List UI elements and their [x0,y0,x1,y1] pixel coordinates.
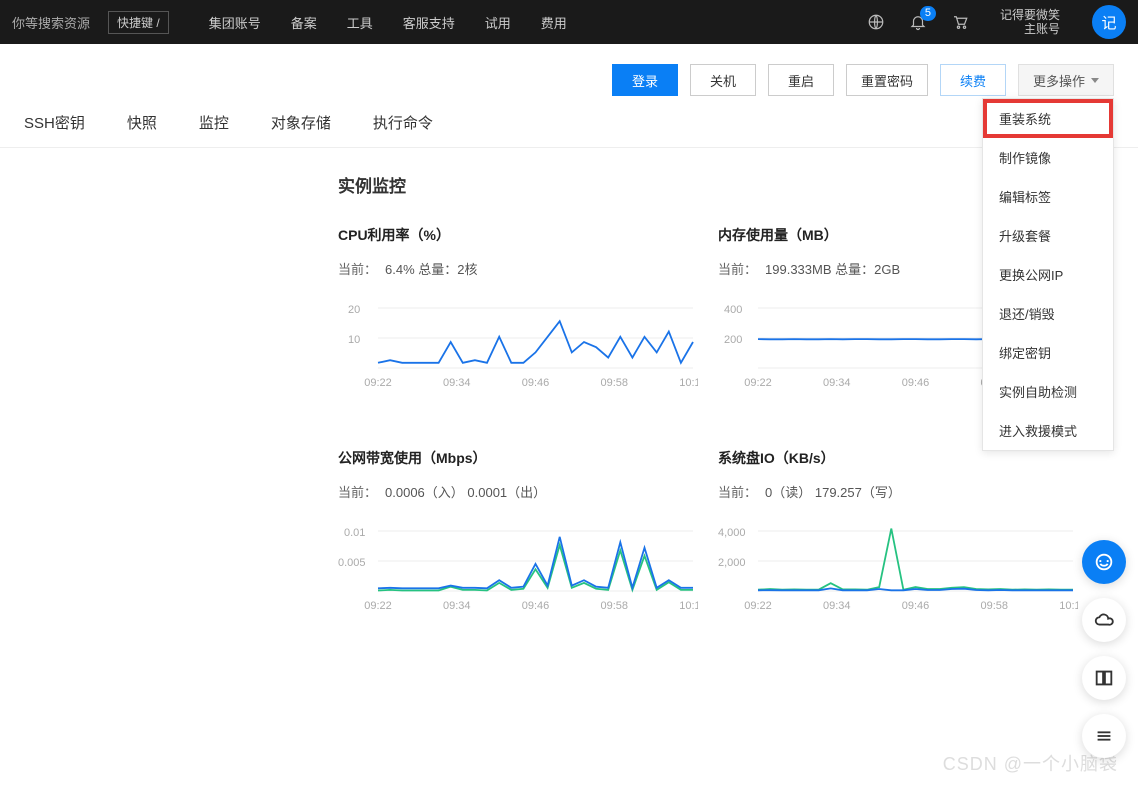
shutdown-button[interactable]: 关机 [690,64,756,96]
nav-beian[interactable]: 备案 [291,13,317,32]
dropdown-reinstall-os[interactable]: 重装系统 [983,99,1113,138]
chart-diskio-meta-value: 0（读） 179.257（写） [765,482,901,501]
chart-cpu: CPU利用率（%） 当前： 6.4% 总量：2核 20 10 09:22 09:3… [338,225,698,398]
svg-text:09:34: 09:34 [823,377,851,389]
nav-group-account[interactable]: 集团账号 [209,13,261,32]
docs-float-button[interactable] [1082,656,1126,700]
tab-snapshot[interactable]: 快照 [127,112,157,133]
svg-text:10:10: 10:10 [679,377,698,389]
chart-memory-meta-label: 当前： [718,259,757,278]
user-label[interactable]: 记得要微笑 主账号 [1000,8,1060,36]
restart-button[interactable]: 重启 [768,64,834,96]
svg-text:200: 200 [724,334,742,346]
user-label-line1: 记得要微笑 [1000,8,1060,22]
svg-text:09:46: 09:46 [522,600,550,612]
more-actions-label: 更多操作 [1033,71,1085,90]
chart-memory-meta-value: 199.333MB 总量：2GB [765,259,900,278]
chart-cpu-title: CPU利用率（%） [338,225,698,245]
support-float-button[interactable] [1082,540,1126,584]
svg-text:09:58: 09:58 [600,600,628,612]
nav-trial[interactable]: 试用 [485,13,511,32]
cloud-float-button[interactable] [1082,598,1126,642]
svg-text:10:10: 10:10 [1059,600,1078,612]
topbar: 你等搜索资源 快捷键 / 集团账号 备案 工具 客服支持 试用 费用 5 记得要… [0,0,1138,44]
chart-cpu-meta-label: 当前： [338,259,377,278]
dropdown-bind-key[interactable]: 绑定密钥 [983,333,1113,372]
dropdown-edit-tags[interactable]: 编辑标签 [983,177,1113,216]
dropdown-change-ip[interactable]: 更换公网IP [983,255,1113,294]
tabs-row: SSH密钥 快照 监控 对象存储 执行命令 [0,112,1138,148]
chart-bandwidth: 公网带宽使用（Mbps） 当前： 0.0006（入） 0.0001（出） 0.0… [338,448,698,621]
top-nav: 集团账号 备案 工具 客服支持 试用 费用 [209,13,567,32]
chevron-down-icon [1091,78,1099,83]
topbar-icons: 5 记得要微笑 主账号 记 [866,5,1126,39]
dropdown-self-detect[interactable]: 实例自助检测 [983,372,1113,411]
action-row: 登录 关机 重启 重置密码 续费 更多操作 重装系统 制作镜像 编辑标签 升级套… [0,44,1138,112]
svg-text:09:34: 09:34 [823,600,851,612]
avatar[interactable]: 记 [1092,5,1126,39]
content: 实例监控 CPU利用率（%） 当前： 6.4% 总量：2核 20 10 [0,148,1138,645]
tab-exec-command[interactable]: 执行命令 [373,112,433,133]
chart-bandwidth-meta: 当前： 0.0006（入） 0.0001（出） [338,482,698,501]
svg-text:09:46: 09:46 [522,377,550,389]
user-label-line2: 主账号 [1000,22,1060,36]
more-actions-button[interactable]: 更多操作 [1018,64,1114,96]
notification-badge: 5 [920,6,936,21]
chart-diskio-meta-label: 当前： [718,482,757,501]
menu-float-button[interactable] [1082,714,1126,758]
svg-text:4,000: 4,000 [718,527,746,539]
chart-diskio: 系统盘IO（KB/s） 当前： 0（读） 179.257（写） 4,000 2,… [718,448,1078,621]
dropdown-rescue-mode[interactable]: 进入救援模式 [983,411,1113,450]
svg-text:09:46: 09:46 [902,377,930,389]
chart-cpu-meta: 当前： 6.4% 总量：2核 [338,259,698,278]
svg-text:20: 20 [348,304,360,316]
svg-text:09:58: 09:58 [980,600,1008,612]
globe-icon[interactable] [866,12,886,32]
nav-billing[interactable]: 费用 [541,13,567,32]
bell-icon[interactable]: 5 [908,12,928,32]
svg-text:09:34: 09:34 [443,600,471,612]
svg-text:09:34: 09:34 [443,377,471,389]
float-buttons [1082,540,1126,758]
svg-text:2,000: 2,000 [718,557,746,569]
svg-text:09:22: 09:22 [364,600,392,612]
cart-icon[interactable] [950,12,970,32]
search-hint[interactable]: 你等搜索资源 [12,13,90,32]
chart-diskio-plot: 4,000 2,000 09:22 09:34 09:46 09:58 10:10 [718,511,1078,621]
chart-diskio-title: 系统盘IO（KB/s） [718,448,1078,468]
dropdown-upgrade-plan[interactable]: 升级套餐 [983,216,1113,255]
renew-button[interactable]: 续费 [940,64,1006,96]
more-actions-dropdown: 重装系统 制作镜像 编辑标签 升级套餐 更换公网IP 退还/销毁 绑定密钥 实例… [982,98,1114,451]
chart-cpu-plot: 20 10 09:22 09:34 09:46 09:58 10:10 [338,288,698,398]
svg-text:09:22: 09:22 [744,377,772,389]
tab-monitor[interactable]: 监控 [199,112,229,133]
login-button[interactable]: 登录 [612,64,678,96]
svg-text:10:10: 10:10 [679,600,698,612]
chart-diskio-meta: 当前： 0（读） 179.257（写） [718,482,1078,501]
svg-text:0.01: 0.01 [344,527,365,539]
chart-cpu-meta-value: 6.4% 总量：2核 [385,259,477,278]
chart-bandwidth-title: 公网带宽使用（Mbps） [338,448,698,468]
svg-text:09:58: 09:58 [600,377,628,389]
dropdown-create-image[interactable]: 制作镜像 [983,138,1113,177]
svg-text:10: 10 [348,334,360,346]
tab-object-storage[interactable]: 对象存储 [271,112,331,133]
dropdown-return-destroy[interactable]: 退还/销毁 [983,294,1113,333]
chart-bandwidth-meta-value: 0.0006（入） 0.0001（出） [385,482,546,501]
svg-text:400: 400 [724,304,742,316]
reset-password-button[interactable]: 重置密码 [846,64,928,96]
svg-text:09:22: 09:22 [744,600,772,612]
nav-tools[interactable]: 工具 [347,13,373,32]
svg-text:09:46: 09:46 [902,600,930,612]
chart-bandwidth-meta-label: 当前： [338,482,377,501]
chart-bandwidth-plot: 0.01 0.005 09:22 09:34 09:46 09:58 10:10 [338,511,698,621]
svg-text:0.005: 0.005 [338,557,366,569]
tab-ssh-keys[interactable]: SSH密钥 [24,112,85,133]
nav-support[interactable]: 客服支持 [403,13,455,32]
shortcut-key-button[interactable]: 快捷键 / [108,11,169,34]
svg-text:09:22: 09:22 [364,377,392,389]
